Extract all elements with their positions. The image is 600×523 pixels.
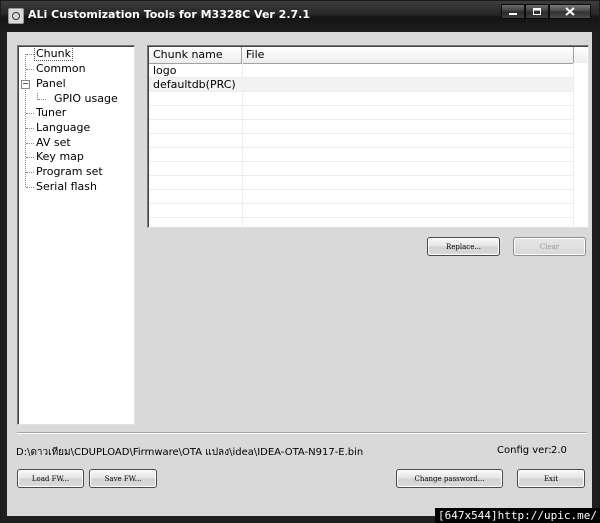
tree-connector: [26, 187, 34, 188]
tree-item-chunk[interactable]: Chunk: [34, 46, 73, 61]
chunk-name-cell: defaultdb(PRC): [153, 78, 236, 91]
tree-item-gpio-usage[interactable]: GPIO usage: [53, 92, 119, 106]
config-version-label: Config ver:: [497, 445, 552, 456]
tree-item-key-map[interactable]: Key map: [35, 150, 85, 164]
close-button[interactable]: [549, 4, 591, 19]
tree-item-label: Chunk: [34, 46, 73, 61]
tree-item-label: Language: [36, 121, 91, 134]
tree-connector: [38, 99, 46, 100]
tree-connector: [26, 128, 34, 129]
splitter[interactable]: [136, 45, 139, 423]
app-icon[interactable]: [8, 8, 24, 24]
tree-item-label: Serial flash: [36, 180, 97, 193]
maximize-button[interactable]: [525, 4, 549, 19]
table-row[interactable]: defaultdb(PRC): [149, 78, 573, 92]
column-header-file[interactable]: File: [242, 47, 574, 63]
tree-connector: [26, 143, 34, 144]
tree-item-panel[interactable]: Panel: [35, 77, 67, 91]
tree-item-label: Panel: [36, 77, 66, 90]
tree-item-label: Program set: [36, 165, 103, 178]
tree-item-label: AV set: [36, 136, 71, 149]
title-bar[interactable]: ALi Customization Tools for M3328C Ver 2…: [1, 1, 599, 31]
exit-button[interactable]: Exit: [517, 469, 585, 488]
tree-item-serial-flash[interactable]: Serial flash: [35, 180, 98, 194]
table-row: [149, 162, 573, 176]
tree-item-label: Common: [36, 62, 86, 75]
tree-item-label: Key map: [36, 150, 84, 163]
tree-item-label: Tuner: [36, 106, 67, 119]
table-row: [149, 134, 573, 148]
save-fw-button[interactable]: Save FW...: [89, 469, 157, 488]
tree-item-language[interactable]: Language: [35, 121, 91, 135]
application-window: ALi Customization Tools for M3328C Ver 2…: [0, 0, 600, 523]
change-password-button[interactable]: Change password...: [396, 469, 503, 488]
column-header-chunk-name[interactable]: Chunk name: [149, 47, 242, 63]
tree-item-tuner[interactable]: Tuner: [35, 106, 67, 120]
minimize-button[interactable]: [501, 4, 525, 19]
image-size-stamp: [647x544]http://upic.me/: [435, 508, 600, 523]
config-version-value: 2.0: [551, 445, 567, 456]
replace-button[interactable]: Replace...: [427, 237, 500, 256]
tree-item-common[interactable]: Common: [35, 62, 87, 76]
table-row: [149, 120, 573, 134]
table-row: [149, 204, 573, 218]
window-title: ALi Customization Tools for M3328C Ver 2…: [28, 8, 311, 21]
table-row: [149, 106, 573, 120]
tree-item-label: GPIO usage: [54, 92, 118, 105]
chunk-name-cell: logo: [153, 64, 177, 77]
table-row[interactable]: logo: [149, 64, 573, 78]
caption-buttons: [501, 4, 591, 22]
table-row: [149, 176, 573, 190]
maximize-icon: [533, 7, 541, 15]
firmware-path: D:\ดาวเทียม\CDUPLOAD\Firmware\OTA แปลง\i…: [16, 447, 364, 458]
tree-item-program-set[interactable]: Program set: [35, 165, 104, 179]
clear-button[interactable]: Clear: [513, 237, 586, 256]
minimize-icon: [509, 12, 517, 15]
tree-connector: [26, 157, 34, 158]
table-row: [149, 190, 573, 204]
tree-connector: [25, 54, 26, 187]
table-row: [149, 92, 573, 106]
main-panel: − Chunk Common Panel GPIO usage Tuner La…: [7, 32, 592, 516]
table-row: [149, 148, 573, 162]
collapse-icon[interactable]: −: [21, 80, 30, 89]
tree-connector: [26, 113, 34, 114]
close-icon: [565, 7, 575, 16]
tree-item-av-set[interactable]: AV set: [35, 136, 72, 150]
list-scrollbar[interactable]: [573, 63, 587, 226]
list-header: Chunk name File: [149, 47, 587, 64]
tree-connector: [26, 69, 34, 70]
tree-connector: [26, 172, 34, 173]
separator: [17, 432, 587, 434]
load-fw-button[interactable]: Load FW...: [17, 469, 84, 488]
settings-tree[interactable]: − Chunk Common Panel GPIO usage Tuner La…: [17, 45, 135, 425]
tree-connector: [26, 54, 34, 55]
chunk-list[interactable]: Chunk name File logo defaultdb(PRC): [147, 45, 589, 228]
